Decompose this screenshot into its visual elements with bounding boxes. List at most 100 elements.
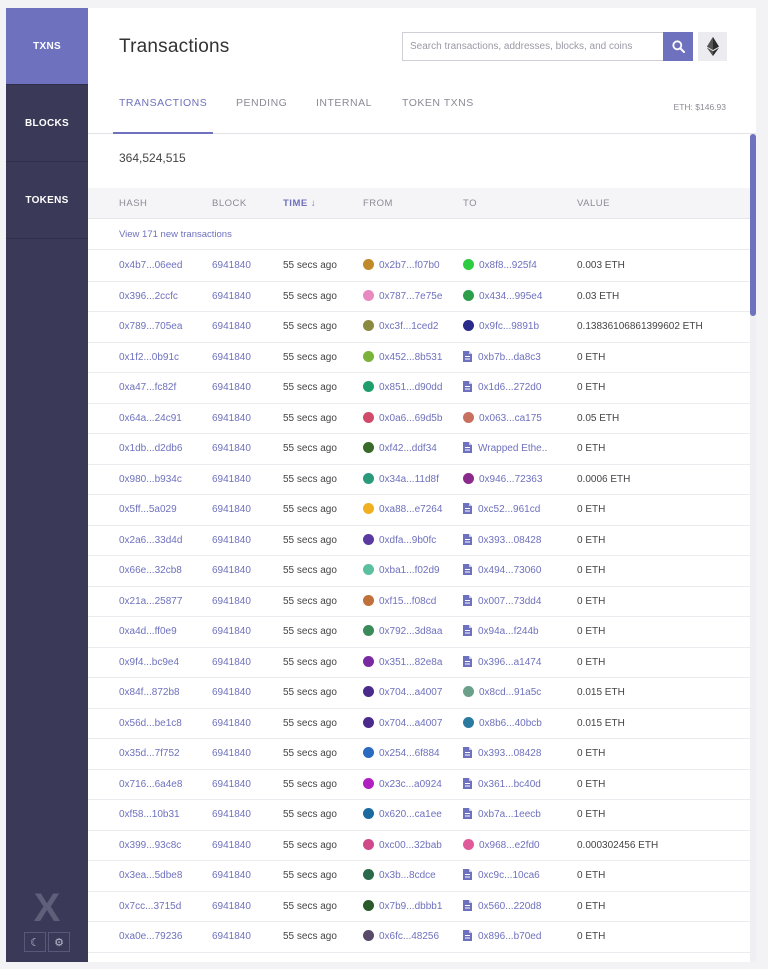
- view-new-transactions-link[interactable]: View 171 new transactions: [119, 219, 232, 250]
- to-address-link[interactable]: 0xb7b...da8c3: [463, 343, 541, 373]
- table-row[interactable]: 0x399...93c8c 6941840 55 secs ago 0xc00...3…: [88, 831, 750, 861]
- table-row[interactable]: 0x66e...32cb8 6941840 55 secs ago 0xba1...f…: [88, 556, 750, 587]
- table-row[interactable]: 0x9f4...bc9e4 6941840 55 secs ago 0x351...8…: [88, 648, 750, 678]
- tx-hash-link[interactable]: 0x56d...be1c8: [119, 709, 182, 739]
- to-address-link[interactable]: 0x393...08428: [463, 526, 541, 556]
- table-row[interactable]: 0x789...705ea 6941840 55 secs ago 0xc3f...1…: [88, 312, 750, 343]
- tx-hash-link[interactable]: 0x21a...25877: [119, 587, 182, 617]
- table-row[interactable]: 0x64a...24c91 6941840 55 secs ago 0x0a6...6…: [88, 404, 750, 434]
- table-row[interactable]: 0x7cc...3715d 6941840 55 secs ago 0x7b9...d…: [88, 892, 750, 922]
- block-link[interactable]: 6941840: [212, 831, 251, 861]
- tx-hash-link[interactable]: 0xa4d...ff0e9: [119, 617, 177, 647]
- to-address-link[interactable]: 0x361...bc40d: [463, 770, 541, 800]
- table-row[interactable]: 0x396...2ccfc 6941840 55 secs ago 0x787...7…: [88, 282, 750, 312]
- to-address-link[interactable]: 0xc9c...10ca6: [463, 861, 540, 891]
- block-link[interactable]: 6941840: [212, 282, 251, 312]
- to-address-link[interactable]: 0x94a...f244b: [463, 617, 539, 647]
- to-address-link[interactable]: 0xc52...961cd: [463, 495, 540, 525]
- column-time-sort[interactable]: TIME ↓: [283, 188, 316, 219]
- block-link[interactable]: 6941840: [212, 312, 251, 342]
- from-address-link[interactable]: 0xa88...e7264: [363, 495, 442, 525]
- table-row[interactable]: 0x1db...d2db6 6941840 55 secs ago 0xf42...d…: [88, 434, 750, 465]
- block-link[interactable]: 6941840: [212, 526, 251, 556]
- from-address-link[interactable]: 0x254...6f884: [363, 739, 440, 769]
- from-address-link[interactable]: 0x851...d90dd: [363, 373, 442, 403]
- from-address-link[interactable]: 0x23c...a0924: [363, 770, 442, 800]
- block-link[interactable]: 6941840: [212, 465, 251, 495]
- tx-hash-link[interactable]: 0x35d...7f752: [119, 739, 180, 769]
- from-address-link[interactable]: 0x2b7...f07b0: [363, 251, 440, 281]
- tx-hash-link[interactable]: 0x84f...872b8: [119, 678, 180, 708]
- from-address-link[interactable]: 0x792...3d8aa: [363, 617, 442, 647]
- search-button[interactable]: [663, 32, 693, 61]
- table-row[interactable]: 0x56d...be1c8 6941840 55 secs ago 0x704...a…: [88, 709, 750, 739]
- moon-icon[interactable]: ☾: [24, 932, 46, 952]
- block-link[interactable]: 6941840: [212, 770, 251, 800]
- block-link[interactable]: 6941840: [212, 648, 251, 678]
- tab-token-txns[interactable]: TOKEN TXNS: [402, 86, 474, 134]
- to-address-link[interactable]: 0x946...72363: [463, 465, 542, 495]
- block-link[interactable]: 6941840: [212, 495, 251, 525]
- block-link[interactable]: 6941840: [212, 587, 251, 617]
- table-row[interactable]: 0x35d...7f752 6941840 55 secs ago 0x254...6…: [88, 739, 750, 770]
- block-link[interactable]: 6941840: [212, 404, 251, 434]
- to-address-link[interactable]: 0x063...ca175: [463, 404, 542, 434]
- block-link[interactable]: 6941840: [212, 678, 251, 708]
- to-address-link[interactable]: 0x8b6...40bcb: [463, 709, 542, 739]
- tx-hash-link[interactable]: 0xf58...10b31: [119, 800, 180, 830]
- from-address-link[interactable]: 0xc3f...1ced2: [363, 312, 438, 342]
- tx-hash-link[interactable]: 0x399...93c8c: [119, 831, 181, 861]
- table-row[interactable]: 0x2a6...33d4d 6941840 55 secs ago 0xdfa...9…: [88, 526, 750, 556]
- from-address-link[interactable]: 0x6fc...48256: [363, 922, 439, 952]
- to-address-link[interactable]: 0x494...73060: [463, 556, 541, 586]
- tx-hash-link[interactable]: 0x5ff...5a029: [119, 495, 177, 525]
- from-address-link[interactable]: 0x787...7e75e: [363, 282, 442, 312]
- tab-transactions[interactable]: TRANSACTIONS: [113, 86, 214, 134]
- table-row[interactable]: 0x980...b934c 6941840 55 secs ago 0x34a...1…: [88, 465, 750, 495]
- tab-internal[interactable]: INTERNAL: [316, 86, 372, 134]
- from-address-link[interactable]: 0xba1...f02d9: [363, 556, 440, 586]
- from-address-link[interactable]: 0x34a...11d8f: [363, 465, 439, 495]
- tx-hash-link[interactable]: 0xa47...fc82f: [119, 373, 176, 403]
- from-address-link[interactable]: 0xf15...f08cd: [363, 587, 436, 617]
- tx-hash-link[interactable]: 0x716...6a4e8: [119, 770, 182, 800]
- table-row[interactable]: 0x84f...872b8 6941840 55 secs ago 0x704...a…: [88, 678, 750, 709]
- tx-hash-link[interactable]: 0x7cc...3715d: [119, 892, 181, 922]
- block-link[interactable]: 6941840: [212, 709, 251, 739]
- to-address-link[interactable]: 0x8cd...91a5c: [463, 678, 541, 708]
- tx-hash-link[interactable]: 0x66e...32cb8: [119, 556, 182, 586]
- to-address-link[interactable]: 0x968...e2fd0: [463, 831, 540, 861]
- table-row[interactable]: 0x716...6a4e8 6941840 55 secs ago 0x23c...a…: [88, 770, 750, 800]
- block-link[interactable]: 6941840: [212, 617, 251, 647]
- table-row[interactable]: 0x3ea...5dbe8 6941840 55 secs ago 0x3b...8c…: [88, 861, 750, 892]
- tx-hash-link[interactable]: 0x64a...24c91: [119, 404, 182, 434]
- tx-hash-link[interactable]: 0x9f4...bc9e4: [119, 648, 179, 678]
- block-link[interactable]: 6941840: [212, 343, 251, 373]
- tx-hash-link[interactable]: 0x789...705ea: [119, 312, 182, 342]
- block-link[interactable]: 6941840: [212, 556, 251, 586]
- table-row[interactable]: 0xa47...fc82f 6941840 55 secs ago 0x851...d…: [88, 373, 750, 404]
- from-address-link[interactable]: 0x7b9...dbbb1: [363, 892, 442, 922]
- block-link[interactable]: 6941840: [212, 373, 251, 403]
- tab-pending[interactable]: PENDING: [236, 86, 287, 134]
- block-link[interactable]: 6941840: [212, 861, 251, 891]
- to-address-link[interactable]: 0x396...a1474: [463, 648, 541, 678]
- from-address-link[interactable]: 0x351...82e8a: [363, 648, 442, 678]
- to-address-link[interactable]: 0x1d6...272d0: [463, 373, 541, 403]
- block-link[interactable]: 6941840: [212, 434, 251, 464]
- sidebar-item-tokens[interactable]: TOKENS: [6, 162, 88, 239]
- to-address-link[interactable]: Wrapped Ethe..: [463, 434, 547, 464]
- to-address-link[interactable]: 0x007...73dd4: [463, 587, 541, 617]
- table-row[interactable]: 0x5ff...5a029 6941840 55 secs ago 0xa88...e…: [88, 495, 750, 526]
- table-row[interactable]: 0xf58...10b31 6941840 55 secs ago 0x620...c…: [88, 800, 750, 831]
- sidebar-item-blocks[interactable]: BLOCKS: [6, 85, 88, 162]
- tx-hash-link[interactable]: 0xa0e...79236: [119, 922, 182, 952]
- scrollbar-thumb[interactable]: [750, 134, 756, 316]
- table-row[interactable]: 0xa4d...ff0e9 6941840 55 secs ago 0x792...3…: [88, 617, 750, 648]
- ethereum-button[interactable]: [698, 32, 727, 61]
- block-link[interactable]: 6941840: [212, 800, 251, 830]
- from-address-link[interactable]: 0x3b...8cdce: [363, 861, 436, 891]
- to-address-link[interactable]: 0xb7a...1eecb: [463, 800, 541, 830]
- to-address-link[interactable]: 0x393...08428: [463, 739, 541, 769]
- from-address-link[interactable]: 0x704...a4007: [363, 709, 442, 739]
